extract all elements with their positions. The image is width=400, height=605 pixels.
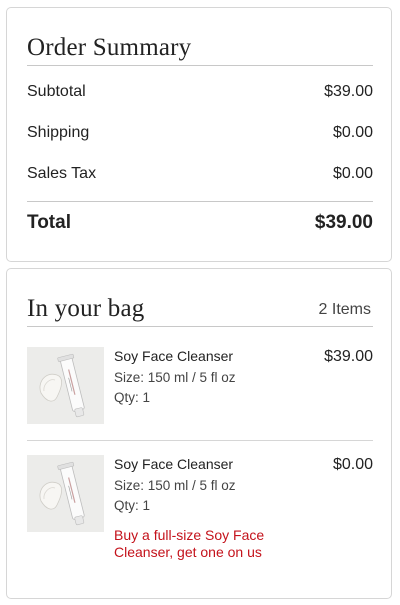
- sales-tax-value: $0.00: [332, 165, 373, 182]
- total-row: Total $39.00: [27, 212, 373, 234]
- subtotal-row: Subtotal $39.00: [27, 83, 373, 101]
- shipping-label: Shipping: [27, 124, 90, 141]
- title-divider: [27, 65, 373, 66]
- shipping-row: Shipping $0.00: [27, 124, 373, 142]
- item-name[interactable]: Soy Face Cleanser: [114, 456, 233, 472]
- item-price: $39.00: [324, 348, 373, 365]
- bag-card: In your bag 2 Items Soy Face Cleanser Si…: [6, 268, 392, 599]
- total-label: Total: [27, 212, 71, 233]
- product-tube-image[interactable]: [27, 455, 104, 532]
- item-size: Size: 150 ml / 5 fl oz: [114, 370, 236, 385]
- bag-title: In your bag: [27, 295, 145, 322]
- sales-tax-label: Sales Tax: [27, 165, 97, 182]
- total-divider: [27, 201, 373, 202]
- subtotal-value: $39.00: [324, 83, 373, 100]
- subtotal-label: Subtotal: [27, 83, 86, 100]
- order-summary-title: Order Summary: [27, 34, 192, 61]
- item-price: $0.00: [332, 456, 373, 473]
- item-qty: Qty: 1: [114, 498, 151, 513]
- sales-tax-row: Sales Tax $0.00: [27, 165, 373, 183]
- item-divider: [27, 440, 373, 441]
- shipping-value: $0.00: [332, 124, 373, 141]
- item-name[interactable]: Soy Face Cleanser: [114, 348, 233, 364]
- promo-message: Buy a full-size Soy Face Cleanser, get o…: [114, 527, 265, 560]
- order-summary-card: Order Summary Subtotal $39.00 Shipping $…: [6, 7, 392, 262]
- item-qty: Qty: 1: [114, 390, 151, 405]
- product-tube-image[interactable]: [27, 347, 104, 424]
- total-value: $39.00: [314, 212, 373, 233]
- title-divider: [27, 326, 373, 327]
- item-size: Size: 150 ml / 5 fl oz: [114, 478, 236, 493]
- bag-item-count: 2 Items: [318, 301, 371, 318]
